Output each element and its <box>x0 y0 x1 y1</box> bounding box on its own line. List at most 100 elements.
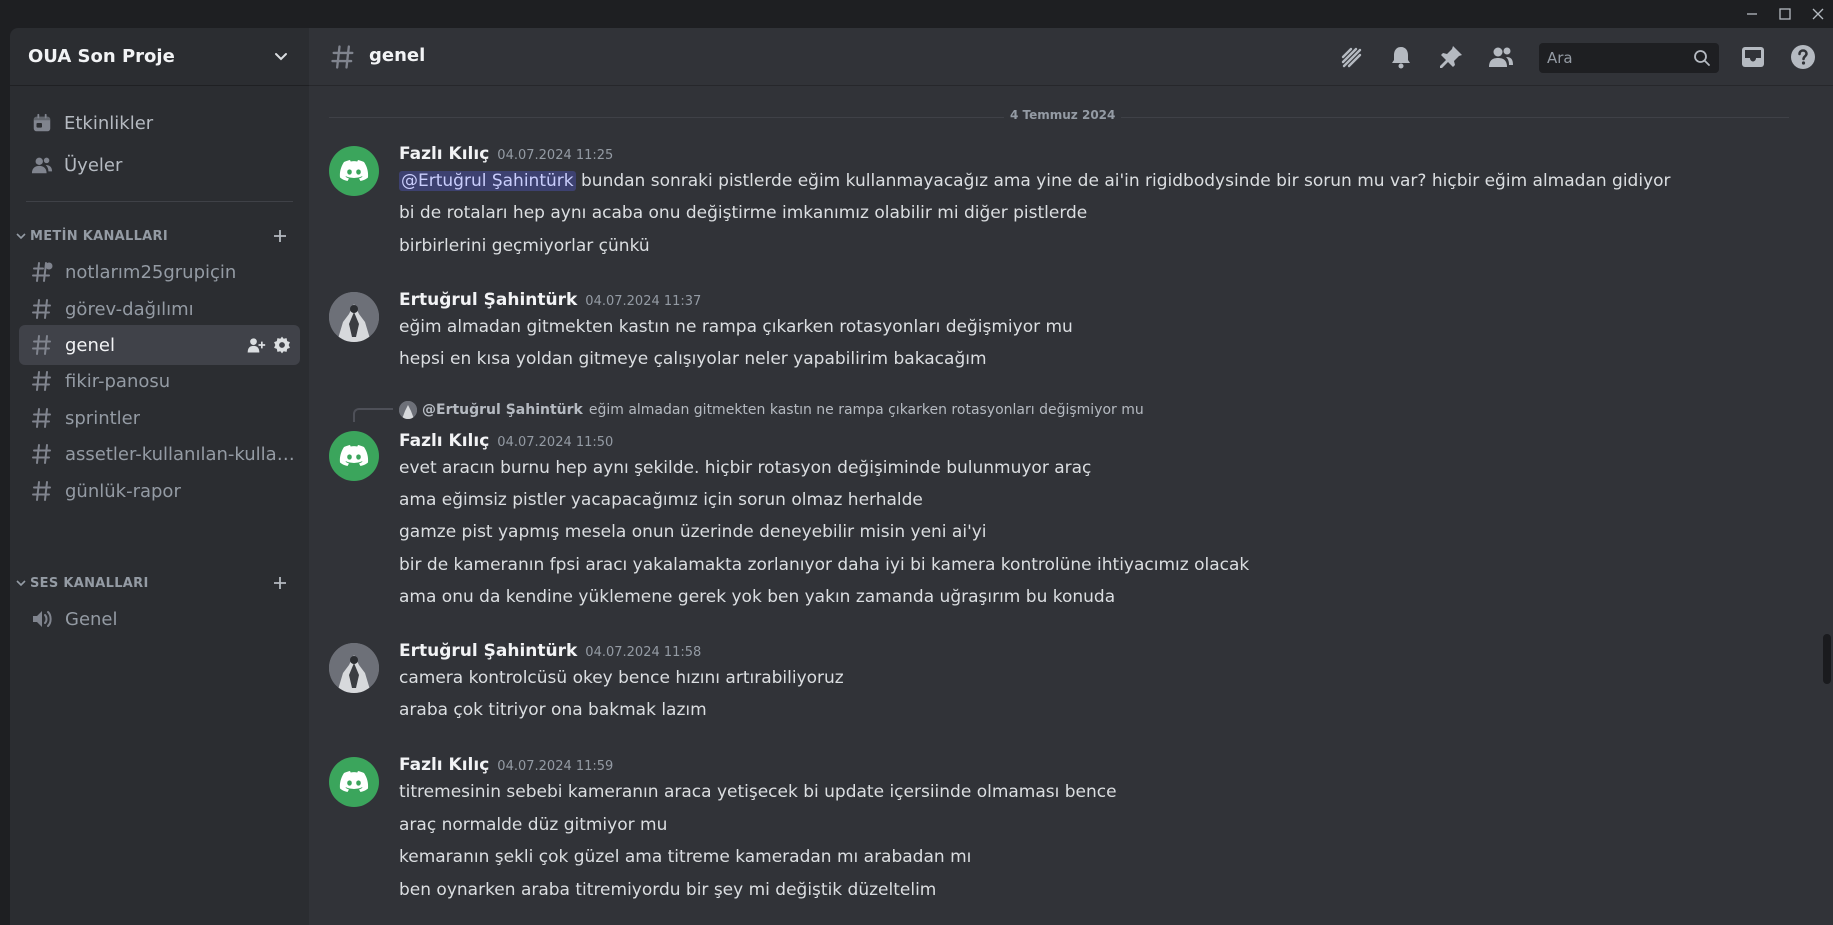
message-line: camera kontrolcüsü okey bence hızını art… <box>399 668 844 688</box>
reply-preview[interactable]: @Ertuğrul Şahintürk eğim almadan gitmekt… <box>399 401 1144 419</box>
timestamp: 04.07.2024 11:25 <box>497 148 614 163</box>
search-box[interactable] <box>1539 43 1719 73</box>
user-photo-icon <box>329 643 379 693</box>
avatar[interactable] <box>329 431 379 481</box>
add-channel-icon[interactable] <box>270 226 290 246</box>
hash-icon <box>29 405 55 431</box>
message-line: gamze pist yapmış mesela onun üzerinde d… <box>399 522 987 542</box>
voice-channel-genel[interactable]: Genel <box>19 599 300 639</box>
channel-label: görev-dağılımı <box>65 298 194 320</box>
channel-label: notlarım25grupiçin <box>65 261 237 283</box>
hash-icon <box>29 478 55 504</box>
message-line: ben oynarken araba titremiyordu bir şey … <box>399 880 937 900</box>
server-header[interactable]: OUA Son Proje <box>10 28 309 86</box>
add-channel-icon[interactable] <box>270 573 290 593</box>
message-line: @Ertuğrul Şahintürk bundan sonraki pistl… <box>399 171 1671 191</box>
chat-area: genel 4 Temmuz 2024 Fazlı Kılıç <box>309 28 1833 925</box>
hash-icon <box>29 368 55 394</box>
nav-members[interactable]: Üyeler <box>19 145 300 185</box>
hash-icon <box>29 296 55 322</box>
members-list-icon[interactable] <box>1487 43 1515 71</box>
calendar-icon <box>30 111 54 135</box>
invite-member-icon[interactable] <box>246 335 266 355</box>
user-mention[interactable]: @Ertuğrul Şahintürk <box>399 171 576 191</box>
user-photo-icon <box>329 292 379 342</box>
channel-sidebar: OUA Son Proje Etkinlikler Üyeler METİN K… <box>10 28 309 925</box>
message-author[interactable]: Fazlı Kılıç 04.07.2024 11:50 <box>399 431 613 451</box>
channel-label: fikir-panosu <box>65 370 171 392</box>
channel-label: genel <box>65 334 115 356</box>
hash-thread-icon <box>29 259 55 285</box>
category-text-channels[interactable]: METİN KANALLARI <box>14 226 302 246</box>
avatar[interactable] <box>329 643 379 693</box>
channel-notlarim25grupicin[interactable]: notlarım25grupiçin <box>19 252 300 292</box>
message-line: ama eğimsiz pistler yacapacağımız için s… <box>399 490 923 510</box>
message-author[interactable]: Fazlı Kılıç 04.07.2024 11:59 <box>399 755 613 775</box>
scrollbar-thumb[interactable] <box>1823 634 1831 684</box>
channel-label: sprintler <box>65 407 141 429</box>
message-line: birbirlerini geçmiyorlar çünkü <box>399 236 650 256</box>
bell-icon[interactable] <box>1387 43 1415 71</box>
window-titlebar <box>0 0 1833 28</box>
message-line: araç normalde düz gitmiyor mu <box>399 815 668 835</box>
message-author[interactable]: Fazlı Kılıç 04.07.2024 11:25 <box>399 144 613 164</box>
date-divider-label: 4 Temmuz 2024 <box>1004 108 1122 122</box>
gear-icon[interactable] <box>272 335 292 355</box>
channel-fikir-panosu[interactable]: fikir-panosu <box>19 361 300 401</box>
timestamp: 04.07.2024 11:59 <box>497 759 614 774</box>
hash-icon <box>29 332 55 358</box>
nav-members-label: Üyeler <box>64 154 123 176</box>
server-name: OUA Son Proje <box>28 46 175 67</box>
message-author[interactable]: Ertuğrul Şahintürk 04.07.2024 11:58 <box>399 641 701 661</box>
category-label: SES KANALLARI <box>30 575 149 591</box>
discord-logo-icon <box>339 160 369 181</box>
category-voice-channels[interactable]: SES KANALLARI <box>14 573 302 593</box>
channel-gunluk-rapor[interactable]: günlük-rapor <box>19 471 300 511</box>
threads-icon[interactable] <box>1337 43 1365 71</box>
message-text: bundan sonraki pistlerde eğim kullanmaya… <box>575 171 1671 191</box>
message-line: ama onu da kendine yüklemene gerek yok b… <box>399 587 1116 607</box>
author-name[interactable]: Fazlı Kılıç <box>399 431 489 451</box>
chevron-down-icon <box>16 580 26 587</box>
message-line: kemaranın şekli çok güzel ama titreme ka… <box>399 847 972 867</box>
chevron-down-icon <box>16 233 26 240</box>
close-icon[interactable] <box>1808 4 1828 24</box>
discord-logo-icon <box>339 771 369 792</box>
message-line: eğim almadan gitmekten kastın ne rampa ç… <box>399 317 1073 337</box>
author-name[interactable]: Ertuğrul Şahintürk <box>399 290 577 310</box>
channel-assetler[interactable]: assetler-kullanılan-kullanılacak <box>19 434 300 474</box>
channel-label: Genel <box>65 608 118 630</box>
reply-text[interactable]: eğim almadan gitmekten kastın ne rampa ç… <box>589 402 1144 418</box>
search-icon <box>1694 50 1710 66</box>
members-icon <box>30 153 54 177</box>
nav-events[interactable]: Etkinlikler <box>19 103 300 143</box>
category-label: METİN KANALLARI <box>30 228 168 244</box>
channel-title: genel <box>369 45 426 66</box>
reply-avatar <box>399 401 417 419</box>
channel-label: assetler-kullanılan-kullanılacak <box>65 443 295 465</box>
channel-sprintler[interactable]: sprintler <box>19 398 300 438</box>
channel-label: günlük-rapor <box>65 480 181 502</box>
avatar[interactable] <box>329 146 379 196</box>
search-input[interactable] <box>1547 49 1687 67</box>
author-name[interactable]: Ertuğrul Şahintürk <box>399 641 577 661</box>
avatar[interactable] <box>329 292 379 342</box>
hash-icon <box>29 441 55 467</box>
sidebar-divider <box>26 201 293 202</box>
minimize-icon[interactable] <box>1742 4 1762 24</box>
author-name[interactable]: Fazlı Kılıç <box>399 755 489 775</box>
maximize-icon[interactable] <box>1775 4 1795 24</box>
timestamp: 04.07.2024 11:50 <box>497 435 614 450</box>
avatar[interactable] <box>329 757 379 807</box>
inbox-icon[interactable] <box>1739 43 1767 71</box>
speaker-icon <box>29 606 55 632</box>
channel-genel[interactable]: genel <box>19 325 300 365</box>
pin-icon[interactable] <box>1437 43 1465 71</box>
reply-author[interactable]: @Ertuğrul Şahintürk <box>422 402 583 418</box>
author-name[interactable]: Fazlı Kılıç <box>399 144 489 164</box>
message-line: evet aracın burnu hep aynı şekilde. hiçb… <box>399 458 1092 478</box>
channel-gorev-dagilimi[interactable]: görev-dağılımı <box>19 289 300 329</box>
chevron-down-icon <box>275 52 287 60</box>
help-icon[interactable] <box>1789 43 1817 71</box>
message-author[interactable]: Ertuğrul Şahintürk 04.07.2024 11:37 <box>399 290 701 310</box>
